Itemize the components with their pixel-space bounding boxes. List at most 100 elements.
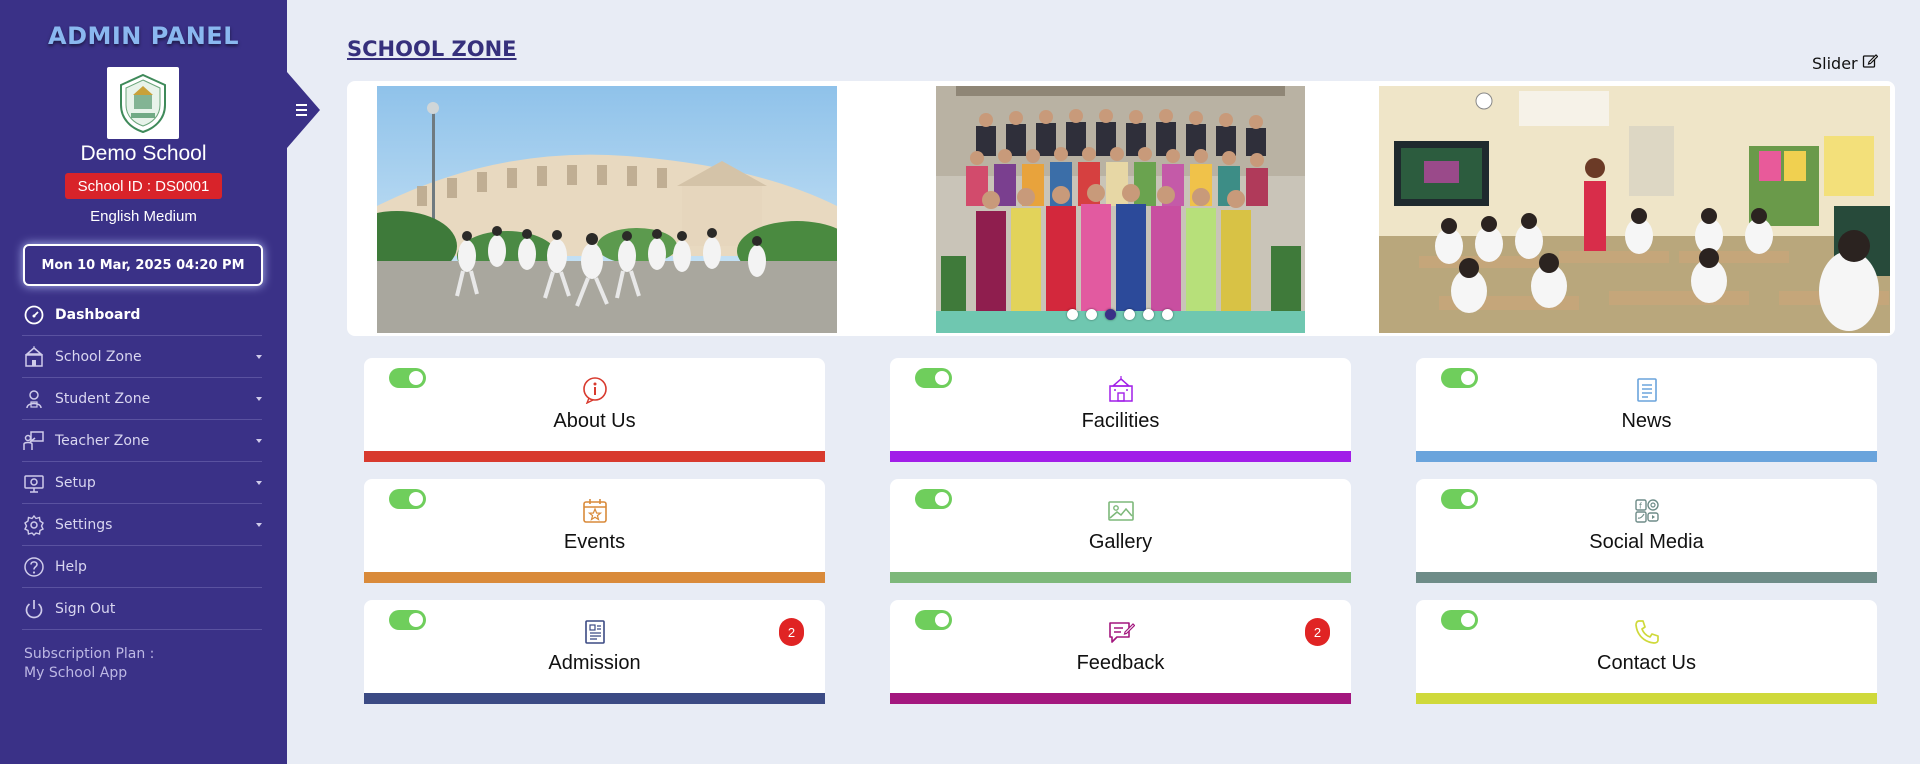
current-datetime: Mon 10 Mar, 2025 04:20 PM xyxy=(23,244,263,286)
image-icon xyxy=(1107,497,1135,525)
card-feedback[interactable]: Feedback 2 xyxy=(890,600,1351,704)
card-facilities[interactable]: Facilities xyxy=(890,358,1351,462)
card-about-us[interactable]: About Us xyxy=(364,358,825,462)
slider-link-label: Slider xyxy=(1812,53,1858,73)
setup-icon xyxy=(22,471,46,495)
card-title: Feedback xyxy=(1076,652,1165,674)
school-name: Demo School xyxy=(80,142,207,165)
card-color-bar xyxy=(890,572,1351,583)
card-title: Social Media xyxy=(1589,531,1704,553)
card-title: Admission xyxy=(548,652,641,674)
nav-item-settings[interactable]: Settings xyxy=(22,504,262,546)
slide-image-campus xyxy=(377,86,837,333)
page-title: SCHOOL ZONE xyxy=(347,37,517,61)
nav-item-teacher-zone[interactable]: Teacher Zone xyxy=(22,420,262,462)
calendar-star-icon xyxy=(581,497,609,525)
image-slider[interactable] xyxy=(347,81,1895,336)
card-title: Facilities xyxy=(1081,410,1160,432)
card-enable-toggle[interactable] xyxy=(915,489,952,509)
slide-image-classroom xyxy=(1379,86,1890,333)
card-enable-toggle[interactable] xyxy=(389,368,426,388)
slider-dot[interactable] xyxy=(1143,309,1154,320)
phone-icon xyxy=(1633,618,1661,646)
card-color-bar xyxy=(364,572,825,583)
card-enable-toggle[interactable] xyxy=(915,368,952,388)
teacher-icon xyxy=(22,429,46,453)
menu-toggle-button[interactable] xyxy=(287,72,320,148)
edit-icon xyxy=(1862,53,1878,73)
slider-dot[interactable] xyxy=(1086,309,1097,320)
notification-badge: 2 xyxy=(1305,618,1330,646)
admission-form-icon xyxy=(581,618,609,646)
card-title: Events xyxy=(563,531,626,553)
school-medium: English Medium xyxy=(90,208,197,225)
card-color-bar xyxy=(1416,693,1877,704)
feedback-icon xyxy=(1107,618,1135,646)
card-news[interactable]: News xyxy=(1416,358,1877,462)
panel-title: ADMIN PANEL xyxy=(48,22,239,50)
school-icon xyxy=(22,345,46,369)
nav-item-student-zone[interactable]: Student Zone xyxy=(22,378,262,420)
card-enable-toggle[interactable] xyxy=(389,610,426,630)
card-contact-us[interactable]: Contact Us xyxy=(1416,600,1877,704)
card-enable-toggle[interactable] xyxy=(1441,610,1478,630)
nav-item-dashboard[interactable]: Dashboard xyxy=(22,294,262,336)
card-enable-toggle[interactable] xyxy=(389,489,426,509)
edit-slider-link[interactable]: Slider xyxy=(1812,53,1878,73)
card-color-bar xyxy=(890,451,1351,462)
card-enable-toggle[interactable] xyxy=(1441,489,1478,509)
nav-item-help[interactable]: Help xyxy=(22,546,262,588)
school-logo xyxy=(107,67,179,139)
chevron-down-icon xyxy=(256,396,262,401)
nav-label: Student Zone xyxy=(55,390,151,407)
slider-dot[interactable] xyxy=(1067,309,1078,320)
help-icon xyxy=(22,555,46,579)
card-title: Gallery xyxy=(1088,531,1153,553)
card-enable-toggle[interactable] xyxy=(915,610,952,630)
card-enable-toggle[interactable] xyxy=(1441,368,1478,388)
slider-pagination xyxy=(1067,309,1173,320)
slide-image-staff-group xyxy=(936,86,1305,333)
nav-label: Teacher Zone xyxy=(55,432,150,449)
power-icon xyxy=(22,597,46,621)
dashboard-icon xyxy=(22,303,46,327)
nav-label: Setup xyxy=(55,474,96,491)
nav-item-school-zone[interactable]: School Zone xyxy=(22,336,262,378)
school-id-badge: School ID : DS0001 xyxy=(65,173,222,199)
card-color-bar xyxy=(1416,451,1877,462)
card-title: Contact Us xyxy=(1597,652,1696,674)
gear-icon xyxy=(22,513,46,537)
card-admission[interactable]: Admission 2 xyxy=(364,600,825,704)
chevron-down-icon xyxy=(256,354,262,359)
notification-badge: 2 xyxy=(779,618,804,646)
nav-item-sign-out[interactable]: Sign Out xyxy=(22,588,262,630)
chevron-down-icon xyxy=(256,522,262,527)
nav-label: School Zone xyxy=(55,348,142,365)
card-color-bar xyxy=(1416,572,1877,583)
nav-label: Help xyxy=(55,558,87,575)
card-color-bar xyxy=(364,451,825,462)
card-title: News xyxy=(1621,410,1672,432)
student-icon xyxy=(22,387,46,411)
nav-label: Sign Out xyxy=(55,600,116,617)
newspaper-icon xyxy=(1633,376,1661,404)
chevron-down-icon xyxy=(256,438,262,443)
slider-dot-active[interactable] xyxy=(1105,309,1116,320)
chevron-down-icon xyxy=(256,480,262,485)
card-color-bar xyxy=(364,693,825,704)
school-building-icon xyxy=(1107,376,1135,404)
slider-dot[interactable] xyxy=(1124,309,1135,320)
card-social-media[interactable]: f Social Media xyxy=(1416,479,1877,583)
card-color-bar xyxy=(890,693,1351,704)
sidebar: ADMIN PANEL Demo School School ID : DS00… xyxy=(0,0,287,764)
nav-item-setup[interactable]: Setup xyxy=(22,462,262,504)
slider-dot[interactable] xyxy=(1162,309,1173,320)
sidebar-nav: Dashboard School Zone Student Zone Teach… xyxy=(22,294,262,630)
card-gallery[interactable]: Gallery xyxy=(890,479,1351,583)
card-events[interactable]: Events xyxy=(364,479,825,583)
nav-label: Settings xyxy=(55,516,113,533)
social-media-icon: f xyxy=(1633,497,1661,525)
subscription-label: Subscription Plan : xyxy=(24,646,155,662)
subscription-value: My School App xyxy=(24,665,128,681)
card-title: About Us xyxy=(553,410,636,432)
